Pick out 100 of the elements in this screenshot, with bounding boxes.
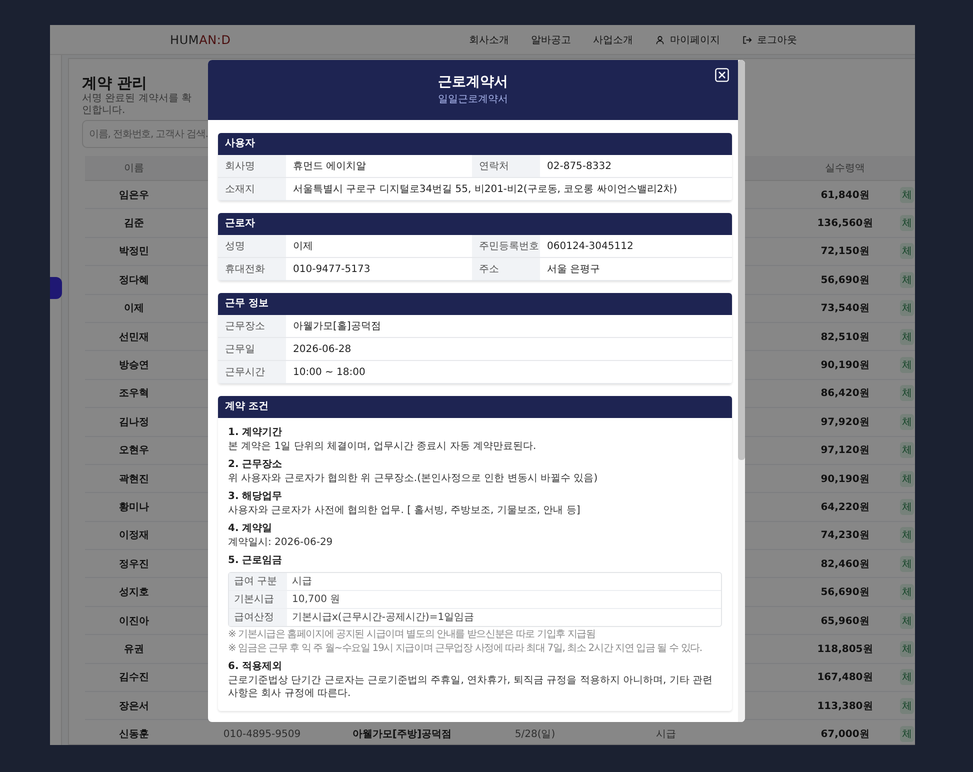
field-label: 휴대전화 <box>218 258 286 280</box>
nav-link[interactable]: 회사소개 <box>469 32 509 46</box>
table-cell-text: 신동훈 <box>118 728 150 742</box>
status-badge: 체 <box>900 470 914 487</box>
clause-text: 본 계약은 1일 단위의 체결이며, 업무시간 종료시 자동 계약만료된다. <box>228 440 538 453</box>
column-header: 이름 <box>123 162 145 175</box>
field-label: 근무장소 <box>218 315 286 337</box>
field-value: 060124-3045112 <box>546 240 634 254</box>
table-cell-text: 82,510원 <box>820 330 870 344</box>
table-cell-text: 정다혜 <box>118 274 150 287</box>
table-cell-text: 10,700 원 <box>291 593 342 607</box>
nav-link[interactable]: 알바공고 <box>531 32 571 46</box>
status-badge: 체 <box>900 556 914 572</box>
field-value: 02-875-8332 <box>546 160 612 174</box>
table-cell-text: 65,960원 <box>820 614 870 628</box>
field-label: 연락처 <box>472 155 540 177</box>
table-cell-text: 장은서 <box>118 700 150 713</box>
section-header: 계약 조건 <box>218 396 732 418</box>
table-cell-text: 97,920원 <box>820 416 870 429</box>
status-badge: 체 <box>900 385 914 402</box>
field-label: 성명 <box>218 235 286 257</box>
clause-title: 6. 적용제외 <box>228 660 284 673</box>
status-badge: 체 <box>900 300 914 316</box>
field-value: 2026-06-28 <box>292 342 352 356</box>
table-cell-text: 90,190원 <box>820 472 870 486</box>
status-badge: 체 <box>900 243 914 260</box>
clause-text: 근로기준법상 단기간 근로자는 근로기준법의 주휴일, 연차휴가, 퇴직금 규정을 적용하지 아니하며, 기타 관련 사항은 회사 규정에 따른다. <box>228 674 714 700</box>
clause-title: 4. 계약일 <box>228 522 274 535</box>
table-cell-text: 유권 <box>123 642 145 656</box>
table-cell-text: 오현우 <box>118 444 150 458</box>
footnote: ※ 임금은 근무 후 익 주 월~수요일 19시 지급이며 근무업장 사정에 따라 최대 7일, 최소 2시간 지연 입금 될 수 있다. <box>228 643 703 655</box>
table-cell-text: 김준 <box>123 217 145 230</box>
status-badge: 체 <box>900 498 914 515</box>
table-cell-text: 이제 <box>123 302 145 316</box>
clause-text: 계약일시: 2026-06-29 <box>228 536 334 549</box>
table-cell-text: 56,690원 <box>820 586 870 600</box>
column-header: 실수령액 <box>824 162 866 175</box>
field-label: 근무시간 <box>218 361 286 383</box>
table-cell-text: 5/28(일) <box>514 728 556 742</box>
table-cell-text: 이진아 <box>118 614 150 628</box>
clause-title: 5. 근로임금 <box>228 554 284 567</box>
table-cell-text: 성지호 <box>118 586 150 600</box>
field-value: 휴먼드 에이치알 <box>292 160 368 174</box>
dialog-title: 근로계약서 <box>438 73 508 91</box>
field-value: 이제 <box>292 240 314 254</box>
close-icon[interactable] <box>715 68 729 82</box>
status-badge: 체 <box>900 669 914 686</box>
status-badge: 체 <box>900 527 914 544</box>
section-header: 사용자 <box>218 133 732 155</box>
status-badge: 체 <box>900 442 914 458</box>
logout-link[interactable]: 로그아웃 <box>742 32 797 46</box>
status-badge: 체 <box>900 215 914 232</box>
table-cell-text: 118,805원 <box>816 642 874 656</box>
table-cell-text: 김나정 <box>118 416 150 429</box>
clause-text: 사용자와 근로자가 사전에 협의한 업무. [ 홀서빙, 주방보조, 기물보조, 안내 등] <box>228 504 582 517</box>
status-badge: 체 <box>900 612 914 629</box>
table-cell-text: 86,420원 <box>820 387 870 400</box>
table-cell-text: 010-4895-9509 <box>222 728 302 740</box>
table-cell-text: 136,560원 <box>816 217 874 230</box>
clause-title: 1. 계약기간 <box>228 426 284 439</box>
clause-text: 위 사용자와 근로자가 협의한 위 근무장소.(본인사정으로 인한 변동시 바뀔수 있음) <box>228 472 599 485</box>
dialog-subtitle: 일일근로계약서 <box>438 93 508 107</box>
sidebar-item[interactable] <box>50 277 62 299</box>
table-cell-text: 아웰가모[주방]공덕점 <box>351 728 453 742</box>
table-cell-text: 97,120원 <box>820 444 870 458</box>
scrollbar-thumb[interactable] <box>738 60 745 460</box>
table-cell-text: 김수진 <box>118 671 150 684</box>
table-cell-text: 64,220원 <box>820 500 870 514</box>
my-page-link[interactable]: 마이페이지 <box>655 32 720 46</box>
table-cell-text: 113,380원 <box>816 700 874 713</box>
page-subtitle: 서명 완료된 계약서를 확인합니다. <box>82 93 193 117</box>
table-cell-text: 박정민 <box>118 245 150 258</box>
table-cell-text: 임은우 <box>118 188 150 202</box>
table-cell-text: 조우혁 <box>118 387 150 400</box>
logo[interactable]: HUMAN:D <box>170 32 231 46</box>
status-badge: 체 <box>900 328 914 345</box>
field-value: 아웰가모[홀]공덕점 <box>292 320 382 334</box>
field-label: 주소 <box>472 258 540 280</box>
table-cell: 급여산정 <box>229 609 287 626</box>
table-cell-text: 황미나 <box>118 500 150 514</box>
table-cell-text: 74,230원 <box>820 529 870 542</box>
table-cell-text: 정우진 <box>118 558 150 571</box>
nav-link[interactable]: 사업소개 <box>593 32 633 46</box>
page-title: 계약 관리 <box>82 73 148 93</box>
clause-title: 2. 근무장소 <box>228 458 284 471</box>
section-header: 근로자 <box>218 213 732 235</box>
field-value: 10:00 ~ 18:00 <box>292 366 366 380</box>
field-value: 서울특별시 구로구 디지털로34번길 55, 비201-비2(구로동, 코오롱 싸이언스밸리2차) <box>292 183 678 197</box>
table-cell-text: 기본시급x(근무시간-공제시간)=1일임금 <box>291 611 476 625</box>
table-cell-text: 선민재 <box>118 330 150 344</box>
table-cell-text: 72,150원 <box>820 245 870 258</box>
table-cell-text: 이정재 <box>118 529 150 542</box>
status-badge: 체 <box>900 640 914 657</box>
status-badge: 체 <box>900 698 914 714</box>
table-cell-text: 73,540원 <box>820 302 870 316</box>
table-cell: 기본시급 <box>229 591 287 608</box>
footnote: ※ 기본시급은 홈페이지에 공지된 시급이며 별도의 안내를 받으신분은 따로 기입후 지급됨 <box>228 629 596 641</box>
section-header: 근무 정보 <box>218 293 732 315</box>
table-cell-text: 곽현진 <box>118 472 150 486</box>
status-badge: 체 <box>900 272 914 288</box>
